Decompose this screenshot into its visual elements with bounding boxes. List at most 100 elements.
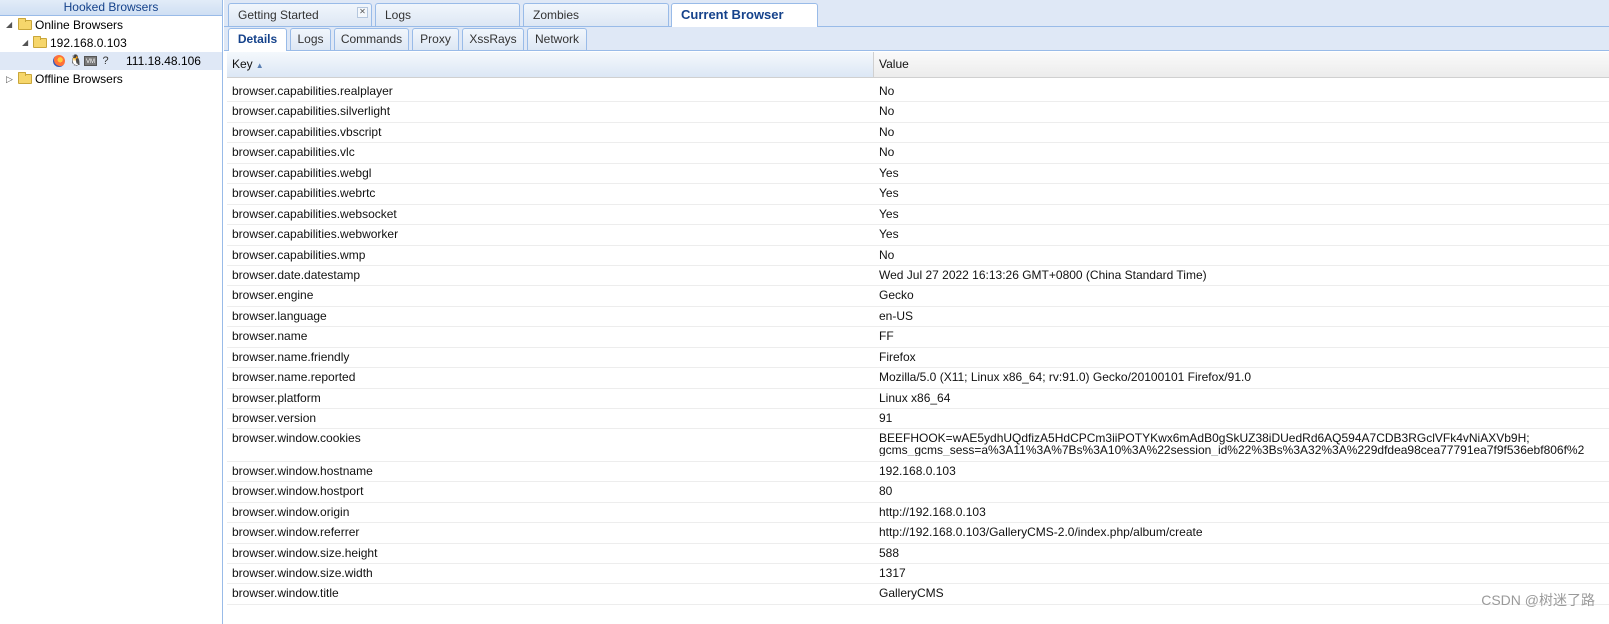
table-row[interactable]: browser.capabilities.webgl Yes (227, 164, 1609, 185)
key-cell: browser.window.size.width (232, 566, 373, 581)
tab-label: Getting Started (238, 8, 319, 22)
column-header-value[interactable]: Value (874, 52, 1609, 77)
expand-triangle-icon[interactable]: ◢ (22, 34, 28, 52)
key-cell: browser.name (232, 329, 308, 344)
value-cell: FF (879, 329, 894, 344)
cookie-line-2: gcms_gcms_sess=a%3A11%3A%7Bs%3A10%3A%22s… (879, 443, 1585, 457)
table-row[interactable]: browser.window.hostport 80 (227, 482, 1609, 503)
value-cell: No (879, 124, 895, 139)
table-row[interactable]: browser.capabilities.vbscript No (227, 123, 1609, 144)
table-row[interactable]: browser.window.title GalleryCMS (227, 584, 1609, 605)
table-row[interactable]: browser.window.origin http://192.168.0.10… (227, 503, 1609, 524)
key-cell: browser.date.datestamp (232, 267, 361, 282)
table-row[interactable]: browser.version 91 (227, 409, 1609, 430)
table-row[interactable]: browser.window.referrer http://192.168.0.… (227, 523, 1609, 544)
table-row[interactable]: browser.window.hostname 192.168.0.103 (227, 462, 1609, 483)
table-row[interactable]: browser.capabilities.silverlight No (227, 102, 1609, 123)
subtab-network[interactable]: Network (527, 28, 587, 50)
subtab-details[interactable]: Details (228, 28, 287, 51)
subtab-logs[interactable]: Logs (290, 28, 331, 50)
key-cell: browser.capabilities.silverlight (232, 104, 391, 119)
main-tabbar: Getting Started ✕ Logs Zombies Current B… (224, 0, 1609, 27)
grid-header: Key ▲ Value (227, 52, 1609, 78)
key-cell: browser.capabilities.wmp (232, 247, 366, 262)
table-row[interactable]: browser.window.size.width 1317 (227, 564, 1609, 585)
folder-icon (33, 36, 47, 48)
value-cell: No (879, 247, 895, 262)
watermark: CSDN @树迷了路 (1481, 592, 1595, 608)
value-cell: 91 (879, 411, 893, 425)
key-cell: browser.capabilities.realplayer (232, 84, 393, 98)
column-header-key[interactable]: Key ▲ (227, 52, 874, 77)
subtab-xssrays[interactable]: XssRays (462, 28, 524, 50)
main-area: Getting Started ✕ Logs Zombies Current B… (224, 0, 1609, 624)
key-cell: browser.window.cookies (232, 431, 361, 446)
table-row[interactable]: browser.language en-US (227, 307, 1609, 328)
linux-icon: 🐧 (69, 54, 83, 67)
value-cell: Wed Jul 27 2022 16:13:26 GMT+0800 (China… (879, 267, 1207, 282)
table-row[interactable]: browser.name.reported Mozilla/5.0 (X11; L… (227, 368, 1609, 389)
value-cell: No (879, 84, 895, 98)
tab-zombies[interactable]: Zombies (523, 3, 669, 26)
firefox-icon (53, 55, 65, 67)
value-cell: http://192.168.0.103 (879, 504, 986, 519)
subtab-proxy[interactable]: Proxy (412, 28, 459, 50)
table-row[interactable]: browser.capabilities.webrtc Yes (227, 184, 1609, 205)
tree-label: Offline Browsers (35, 72, 123, 86)
key-cell: browser.version (232, 411, 317, 425)
value-cell: Firefox (879, 349, 916, 364)
value-cell: en-US (879, 308, 914, 323)
value-cell: 588 (879, 545, 900, 560)
vm-icon: VM (84, 56, 97, 66)
value-cell: 192.168.0.103 (879, 463, 956, 478)
value-cell: Mozilla/5.0 (X11; Linux x86_64; rv:91.0)… (879, 370, 1251, 385)
table-row[interactable]: browser.name FF (227, 327, 1609, 348)
tab-label: Logs (385, 8, 412, 22)
sub-tabbar: Details Logs Commands Proxy XssRays Netw… (224, 27, 1609, 51)
table-row[interactable]: browser.window.cookies BEEFHOOK=wAE5ydhU… (227, 429, 1609, 462)
details-grid: Key ▲ Value browser.capabilities.realplay… (227, 52, 1609, 605)
value-cell: No (879, 145, 895, 160)
table-row[interactable]: browser.capabilities.wmp No (227, 246, 1609, 266)
value-cell: http://192.168.0.103/GalleryCMS-2.0/inde… (879, 525, 1203, 540)
value-cell: Yes (879, 206, 899, 221)
table-row[interactable]: browser.window.size.height 588 (227, 544, 1609, 565)
key-cell: browser.capabilities.vbscript (232, 124, 382, 139)
value-cell: 1317 (879, 566, 906, 581)
tree-node-hooked-browser[interactable]: 🐧 VM ? 111.18.48.106 (0, 52, 222, 70)
table-row[interactable]: browser.engine Gecko (227, 286, 1609, 307)
subtab-commands[interactable]: Commands (334, 28, 409, 50)
tab-getting-started[interactable]: Getting Started ✕ (228, 3, 372, 26)
table-row[interactable]: browser.capabilities.websocket Yes (227, 205, 1609, 226)
key-cell: browser.platform (232, 390, 321, 405)
key-cell: browser.capabilities.vlc (232, 145, 355, 160)
tab-current-browser[interactable]: Current Browser (671, 3, 818, 27)
key-cell: browser.name.friendly (232, 349, 350, 364)
grid-rows: browser.capabilities.realplayer No browse… (227, 82, 1609, 605)
key-cell: browser.capabilities.webrtc (232, 186, 376, 201)
table-row[interactable]: browser.capabilities.vlc No (227, 143, 1609, 164)
expand-triangle-icon[interactable]: ◢ (6, 16, 12, 34)
value-cell: Yes (879, 186, 899, 201)
table-row[interactable]: browser.date.datestamp Wed Jul 27 2022 16… (227, 266, 1609, 287)
table-row[interactable]: browser.platform Linux x86_64 (227, 389, 1609, 409)
table-row[interactable]: browser.name.friendly Firefox (227, 348, 1609, 369)
tree-node-offline-browsers[interactable]: ▷ Offline Browsers (0, 70, 222, 88)
key-cell: browser.name.reported (232, 370, 356, 385)
browser-icons: 🐧 VM ? (53, 54, 110, 68)
table-row[interactable]: browser.capabilities.realplayer No (227, 82, 1609, 103)
tree-node-online-browsers[interactable]: ◢ Online Browsers (0, 16, 222, 34)
tab-label: Current Browser (681, 7, 784, 22)
close-icon[interactable]: ✕ (357, 7, 368, 18)
value-cell: Yes (879, 165, 899, 180)
table-row[interactable]: browser.capabilities.webworker Yes (227, 225, 1609, 246)
column-label: Value (879, 57, 909, 71)
tab-label: Zombies (533, 8, 580, 22)
folder-icon (18, 18, 32, 30)
tab-logs[interactable]: Logs (375, 3, 520, 26)
hooked-browsers-panel: Hooked Browsers ◢ Online Browsers ◢ 192.… (0, 0, 223, 624)
key-cell: browser.window.hostname (232, 463, 373, 478)
collapse-triangle-icon[interactable]: ▷ (6, 70, 13, 88)
tree-node-host[interactable]: ◢ 192.168.0.103 (0, 34, 222, 52)
value-cell: Yes (879, 227, 899, 242)
